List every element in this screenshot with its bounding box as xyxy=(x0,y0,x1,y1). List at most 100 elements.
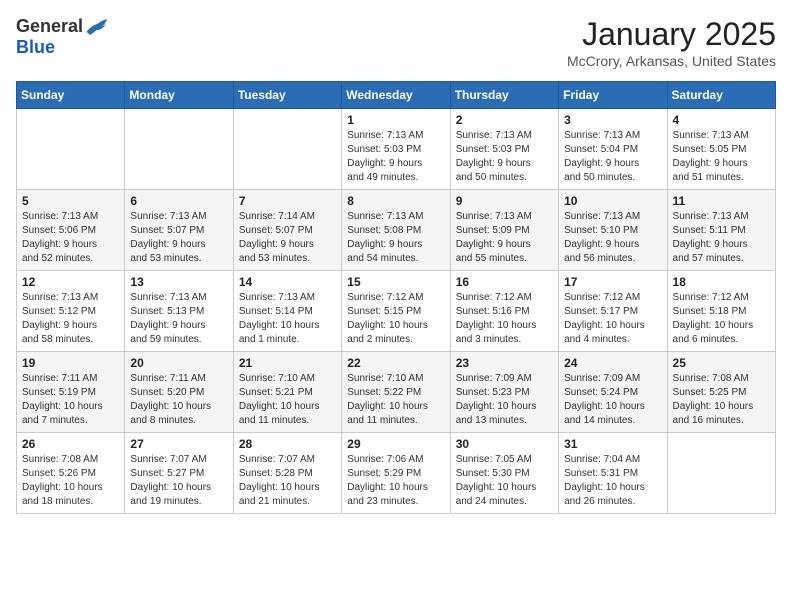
day-info: Sunrise: 7:13 AM Sunset: 5:13 PM Dayligh… xyxy=(130,291,227,347)
calendar-cell xyxy=(667,433,775,514)
day-number: 6 xyxy=(130,194,227,208)
day-info: Sunrise: 7:08 AM Sunset: 5:25 PM Dayligh… xyxy=(673,372,770,428)
calendar-cell: 17 Sunrise: 7:12 AM Sunset: 5:17 PM Dayli… xyxy=(559,271,667,352)
day-info: Sunrise: 7:13 AM Sunset: 5:03 PM Dayligh… xyxy=(347,129,444,185)
weekday-header-thursday: Thursday xyxy=(450,82,558,109)
calendar-cell: 18 Sunrise: 7:12 AM Sunset: 5:18 PM Dayli… xyxy=(667,271,775,352)
calendar-cell: 30 Sunrise: 7:05 AM Sunset: 5:30 PM Dayli… xyxy=(450,433,558,514)
calendar-cell: 2 Sunrise: 7:13 AM Sunset: 5:03 PM Daylig… xyxy=(450,109,558,190)
day-number: 1 xyxy=(347,113,444,127)
day-info: Sunrise: 7:08 AM Sunset: 5:26 PM Dayligh… xyxy=(22,453,119,509)
day-info: Sunrise: 7:11 AM Sunset: 5:19 PM Dayligh… xyxy=(22,372,119,428)
day-info: Sunrise: 7:04 AM Sunset: 5:31 PM Dayligh… xyxy=(564,453,661,509)
day-info: Sunrise: 7:07 AM Sunset: 5:28 PM Dayligh… xyxy=(239,453,336,509)
day-number: 14 xyxy=(239,275,336,289)
day-info: Sunrise: 7:09 AM Sunset: 5:23 PM Dayligh… xyxy=(456,372,553,428)
day-number: 30 xyxy=(456,437,553,451)
week-row-5: 26 Sunrise: 7:08 AM Sunset: 5:26 PM Dayli… xyxy=(17,433,776,514)
calendar-cell: 31 Sunrise: 7:04 AM Sunset: 5:31 PM Dayli… xyxy=(559,433,667,514)
day-number: 4 xyxy=(673,113,770,127)
day-number: 25 xyxy=(673,356,770,370)
day-number: 27 xyxy=(130,437,227,451)
day-number: 9 xyxy=(456,194,553,208)
logo-bird-icon xyxy=(85,17,109,37)
day-info: Sunrise: 7:13 AM Sunset: 5:06 PM Dayligh… xyxy=(22,210,119,266)
logo: General Blue xyxy=(16,16,109,58)
day-info: Sunrise: 7:05 AM Sunset: 5:30 PM Dayligh… xyxy=(456,453,553,509)
page-header: General Blue January 2025 McCrory, Arkan… xyxy=(16,16,776,69)
calendar-cell: 26 Sunrise: 7:08 AM Sunset: 5:26 PM Dayli… xyxy=(17,433,125,514)
calendar-cell: 15Sunrise: 7:12 AM Sunset: 5:15 PM Dayli… xyxy=(342,271,450,352)
calendar-cell: 10 Sunrise: 7:13 AM Sunset: 5:10 PM Dayli… xyxy=(559,190,667,271)
day-number: 7 xyxy=(239,194,336,208)
calendar-cell: 9 Sunrise: 7:13 AM Sunset: 5:09 PM Daylig… xyxy=(450,190,558,271)
calendar-cell: 25 Sunrise: 7:08 AM Sunset: 5:25 PM Dayli… xyxy=(667,352,775,433)
day-info: Sunrise: 7:13 AM Sunset: 5:03 PM Dayligh… xyxy=(456,129,553,185)
week-row-1: 1 Sunrise: 7:13 AM Sunset: 5:03 PM Daylig… xyxy=(17,109,776,190)
day-number: 20 xyxy=(130,356,227,370)
day-info: Sunrise: 7:10 AM Sunset: 5:21 PM Dayligh… xyxy=(239,372,336,428)
day-info: Sunrise: 7:11 AM Sunset: 5:20 PM Dayligh… xyxy=(130,372,227,428)
calendar-subtitle: McCrory, Arkansas, United States xyxy=(567,53,776,69)
day-info: Sunrise: 7:14 AM Sunset: 5:07 PM Dayligh… xyxy=(239,210,336,266)
calendar-cell: 16 Sunrise: 7:12 AM Sunset: 5:16 PM Dayli… xyxy=(450,271,558,352)
day-number: 5 xyxy=(22,194,119,208)
day-number: 31 xyxy=(564,437,661,451)
day-info: Sunrise: 7:12 AM Sunset: 5:17 PM Dayligh… xyxy=(564,291,661,347)
title-block: January 2025 McCrory, Arkansas, United S… xyxy=(567,16,776,69)
day-info: Sunrise: 7:13 AM Sunset: 5:09 PM Dayligh… xyxy=(456,210,553,266)
calendar-cell: 29 Sunrise: 7:06 AM Sunset: 5:29 PM Dayli… xyxy=(342,433,450,514)
day-number: 16 xyxy=(456,275,553,289)
day-info: Sunrise: 7:12 AM Sunset: 5:18 PM Dayligh… xyxy=(673,291,770,347)
calendar-cell: 11Sunrise: 7:13 AM Sunset: 5:11 PM Dayli… xyxy=(667,190,775,271)
day-info: Sunrise: 7:13 AM Sunset: 5:14 PM Dayligh… xyxy=(239,291,336,347)
weekday-header-tuesday: Tuesday xyxy=(233,82,341,109)
day-info: Sunrise: 7:10 AM Sunset: 5:22 PM Dayligh… xyxy=(347,372,444,428)
day-number: 22 xyxy=(347,356,444,370)
day-info: Sunrise: 7:13 AM Sunset: 5:10 PM Dayligh… xyxy=(564,210,661,266)
calendar-cell: 5 Sunrise: 7:13 AM Sunset: 5:06 PM Daylig… xyxy=(17,190,125,271)
day-number: 13 xyxy=(130,275,227,289)
calendar-cell: 8Sunrise: 7:13 AM Sunset: 5:08 PM Daylig… xyxy=(342,190,450,271)
day-info: Sunrise: 7:09 AM Sunset: 5:24 PM Dayligh… xyxy=(564,372,661,428)
day-number: 21 xyxy=(239,356,336,370)
day-number: 17 xyxy=(564,275,661,289)
calendar-cell: 14 Sunrise: 7:13 AM Sunset: 5:14 PM Dayli… xyxy=(233,271,341,352)
logo-blue-text: Blue xyxy=(16,37,55,58)
weekday-header-wednesday: Wednesday xyxy=(342,82,450,109)
calendar-cell: 12Sunrise: 7:13 AM Sunset: 5:12 PM Dayli… xyxy=(17,271,125,352)
calendar-cell: 7 Sunrise: 7:14 AM Sunset: 5:07 PM Daylig… xyxy=(233,190,341,271)
day-info: Sunrise: 7:12 AM Sunset: 5:15 PM Dayligh… xyxy=(347,291,444,347)
week-row-4: 19 Sunrise: 7:11 AM Sunset: 5:19 PM Dayli… xyxy=(17,352,776,433)
calendar-cell: 27Sunrise: 7:07 AM Sunset: 5:27 PM Dayli… xyxy=(125,433,233,514)
calendar-cell: 21 Sunrise: 7:10 AM Sunset: 5:21 PM Dayli… xyxy=(233,352,341,433)
weekday-header-saturday: Saturday xyxy=(667,82,775,109)
day-number: 18 xyxy=(673,275,770,289)
day-number: 10 xyxy=(564,194,661,208)
day-info: Sunrise: 7:12 AM Sunset: 5:16 PM Dayligh… xyxy=(456,291,553,347)
week-row-3: 12Sunrise: 7:13 AM Sunset: 5:12 PM Dayli… xyxy=(17,271,776,352)
calendar-cell xyxy=(233,109,341,190)
calendar-cell: 24Sunrise: 7:09 AM Sunset: 5:24 PM Dayli… xyxy=(559,352,667,433)
day-number: 2 xyxy=(456,113,553,127)
day-info: Sunrise: 7:13 AM Sunset: 5:04 PM Dayligh… xyxy=(564,129,661,185)
day-number: 11 xyxy=(673,194,770,208)
calendar-cell: 28 Sunrise: 7:07 AM Sunset: 5:28 PM Dayli… xyxy=(233,433,341,514)
calendar-cell: 3Sunrise: 7:13 AM Sunset: 5:04 PM Daylig… xyxy=(559,109,667,190)
day-number: 19 xyxy=(22,356,119,370)
calendar-cell xyxy=(125,109,233,190)
weekday-header-monday: Monday xyxy=(125,82,233,109)
calendar-cell: 1 Sunrise: 7:13 AM Sunset: 5:03 PM Daylig… xyxy=(342,109,450,190)
calendar-cell: 23Sunrise: 7:09 AM Sunset: 5:23 PM Dayli… xyxy=(450,352,558,433)
day-info: Sunrise: 7:13 AM Sunset: 5:07 PM Dayligh… xyxy=(130,210,227,266)
calendar-cell: 20 Sunrise: 7:11 AM Sunset: 5:20 PM Dayli… xyxy=(125,352,233,433)
calendar-title: January 2025 xyxy=(567,16,776,53)
calendar-cell: 22 Sunrise: 7:10 AM Sunset: 5:22 PM Dayli… xyxy=(342,352,450,433)
day-number: 26 xyxy=(22,437,119,451)
day-number: 29 xyxy=(347,437,444,451)
day-number: 28 xyxy=(239,437,336,451)
weekday-header-sunday: Sunday xyxy=(17,82,125,109)
day-info: Sunrise: 7:06 AM Sunset: 5:29 PM Dayligh… xyxy=(347,453,444,509)
day-info: Sunrise: 7:13 AM Sunset: 5:12 PM Dayligh… xyxy=(22,291,119,347)
day-info: Sunrise: 7:13 AM Sunset: 5:08 PM Dayligh… xyxy=(347,210,444,266)
